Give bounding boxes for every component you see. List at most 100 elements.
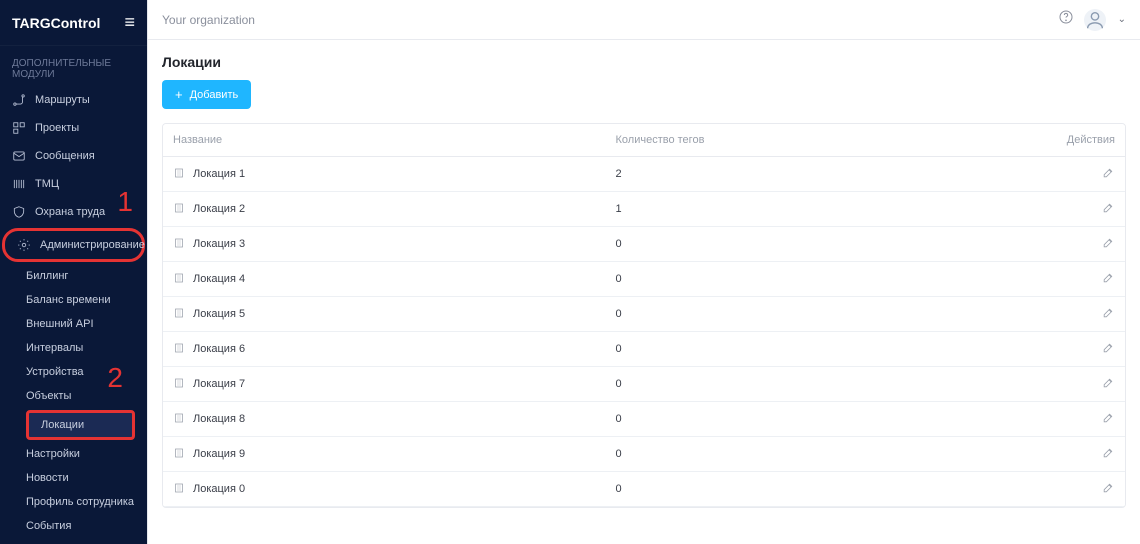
row-name: Локация 0 [193, 483, 245, 495]
row-tags: 0 [606, 297, 1029, 332]
content: + Добавить Название Количество тегов Дей… [148, 80, 1140, 522]
table-row[interactable]: Локация 8 0 [163, 402, 1125, 437]
row-name: Локация 3 [193, 238, 245, 250]
sidebar-item-label: Проекты [35, 122, 79, 134]
sidebar-item-devices[interactable]: Устройства [14, 360, 147, 384]
sidebar-item-label: Интервалы [26, 342, 83, 354]
building-icon [173, 342, 185, 357]
sidebar-item-label: Баланс времени [26, 294, 110, 306]
sidebar-admin-submenu: Биллинг Баланс времени Внешний API Интер… [0, 264, 147, 544]
mail-icon [12, 149, 26, 163]
sidebar-item-messages[interactable]: Сообщения [0, 142, 147, 170]
table-row[interactable]: Локация 1 2 [163, 157, 1125, 192]
row-tags: 0 [606, 227, 1029, 262]
sidebar-item-news[interactable]: Новости [14, 466, 147, 490]
table-row[interactable]: Локация 9 0 [163, 437, 1125, 472]
table-row[interactable]: Локация 0 0 [163, 472, 1125, 507]
row-tags: 0 [606, 437, 1029, 472]
col-header-tags: Количество тегов [606, 124, 1029, 157]
sidebar-item-events[interactable]: События [14, 514, 147, 538]
topbar: Your organization ⌄ [148, 0, 1140, 40]
table-row[interactable]: Локация 6 0 [163, 332, 1125, 367]
building-icon [173, 307, 185, 322]
sidebar-item-label: Биллинг [26, 270, 68, 282]
row-tags: 0 [606, 402, 1029, 437]
sidebar-item-tmc[interactable]: ТМЦ [0, 170, 147, 198]
page-header: Локации [148, 40, 1140, 80]
barcode-icon [12, 177, 26, 191]
row-tags: 0 [606, 472, 1029, 507]
add-button-label: Добавить [190, 89, 239, 101]
row-name: Локация 1 [193, 168, 245, 180]
org-name: Your organization [162, 13, 255, 27]
sidebar-item-label: Охрана труда [35, 206, 105, 218]
route-icon [12, 93, 26, 107]
table-row[interactable]: Локация 50 [163, 297, 1125, 332]
sidebar-item-routes[interactable]: Маршруты [0, 86, 147, 114]
edit-icon[interactable] [1102, 275, 1115, 287]
sidebar-item-objects[interactable]: Объекты [14, 384, 147, 408]
building-icon [173, 377, 185, 392]
sidebar-item-billing[interactable]: Биллинг [14, 264, 147, 288]
row-tags: 1 [606, 192, 1029, 227]
page-title: Локации [162, 54, 1126, 70]
edit-icon[interactable] [1102, 170, 1115, 182]
add-button[interactable]: + Добавить [162, 80, 251, 109]
table-row[interactable]: Локация 2 1 [163, 192, 1125, 227]
building-icon [173, 202, 185, 217]
building-icon [173, 482, 185, 497]
sidebar-section-label: ДОПОЛНИТЕЛЬНЫЕ МОДУЛИ [0, 46, 147, 86]
projects-icon [12, 121, 26, 135]
edit-icon[interactable] [1102, 240, 1115, 252]
sidebar-item-label: Локации [41, 419, 84, 431]
sidebar-item-label: Профиль сотрудника [26, 496, 134, 508]
shield-icon [12, 205, 26, 219]
edit-icon[interactable] [1102, 415, 1115, 427]
sidebar-item-projects[interactable]: Проекты [0, 114, 147, 142]
edit-icon[interactable] [1102, 450, 1115, 462]
sidebar-item-label: Внешний API [26, 318, 94, 330]
sidebar-item-safety[interactable]: Охрана труда [0, 198, 147, 226]
sidebar-item-locations[interactable]: Локации [26, 410, 135, 440]
sidebar-item-label: Объекты [26, 390, 71, 402]
row-tags: 0 [606, 332, 1029, 367]
building-icon [173, 412, 185, 427]
edit-icon[interactable] [1102, 310, 1115, 322]
edit-icon[interactable] [1102, 205, 1115, 217]
edit-icon[interactable] [1102, 485, 1115, 497]
sidebar-item-notifications[interactable]: Уведомления [14, 538, 147, 544]
building-icon [173, 237, 185, 252]
plus-icon: + [175, 88, 183, 101]
table-row[interactable]: Локация 3 0 [163, 227, 1125, 262]
sidebar-item-settings[interactable]: Настройки [14, 442, 147, 466]
sidebar-item-employee-profile[interactable]: Профиль сотрудника [14, 490, 147, 514]
building-icon [173, 167, 185, 182]
row-name: Локация 2 [193, 203, 245, 215]
sidebar-item-intervals[interactable]: Интервалы [14, 336, 147, 360]
chevron-down-icon[interactable]: ⌄ [1118, 14, 1126, 25]
sidebar-item-label: Маршруты [35, 94, 90, 106]
building-icon [173, 272, 185, 287]
locations-table: Название Количество тегов Действия Локац… [163, 124, 1125, 507]
row-name: Локация 9 [193, 448, 245, 460]
table-row[interactable]: Локация 70 [163, 367, 1125, 402]
main: Your organization ⌄ Локации + Добавить Н… [147, 0, 1140, 544]
table-row[interactable]: Локация 40 [163, 262, 1125, 297]
row-name: Локация 8 [193, 413, 245, 425]
avatar[interactable] [1084, 9, 1106, 31]
sidebar-header: TARGControl ≡ [0, 0, 147, 46]
sidebar-item-label: Администрирование [40, 239, 145, 251]
row-tags: 0 [606, 262, 1029, 297]
row-tags: 2 [606, 157, 1029, 192]
help-icon[interactable] [1058, 9, 1074, 30]
sidebar-item-label: Сообщения [35, 150, 95, 162]
sidebar-item-time-balance[interactable]: Баланс времени [14, 288, 147, 312]
sidebar-item-admin[interactable]: Администрирование ⌄ [2, 228, 145, 262]
col-header-name: Название [163, 124, 606, 157]
row-name: Локация 6 [193, 343, 245, 355]
edit-icon[interactable] [1102, 345, 1115, 357]
row-name: Локация 7 [193, 378, 245, 390]
edit-icon[interactable] [1102, 380, 1115, 392]
sidebar-item-external-api[interactable]: Внешний API [14, 312, 147, 336]
menu-toggle-icon[interactable]: ≡ [124, 12, 135, 33]
